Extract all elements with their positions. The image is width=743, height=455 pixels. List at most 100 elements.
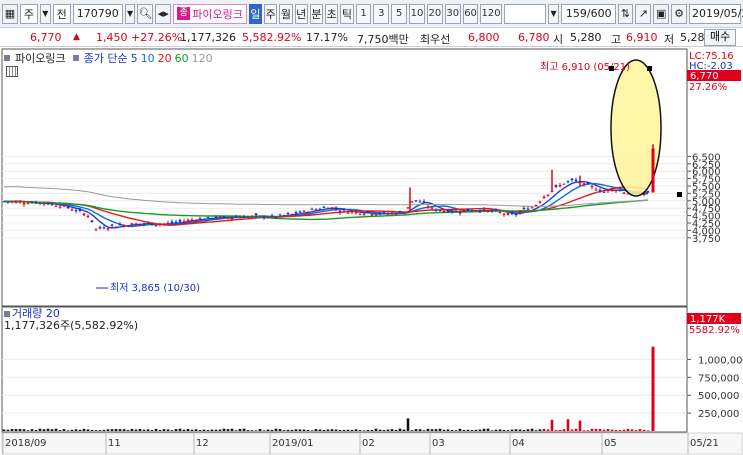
candle-body [502,213,506,215]
period-day[interactable]: 일 [248,3,263,24]
candle-body [202,219,206,221]
volume-tick-label: 250,000 [698,409,739,420]
candle-body [34,201,38,204]
volume-bar [14,429,18,431]
candle-body [94,228,98,230]
volume-bar [186,428,190,431]
quote-bar: 6,770 ▲ 1,450 +27.26% 1,177,326 5,582.92… [0,28,743,47]
volume-bar [178,428,182,431]
period-second[interactable]: 초 [325,3,339,24]
code-dropdown-icon[interactable]: ▼ [124,3,136,24]
volume-bar [354,429,358,431]
buy-button[interactable]: 매수 [704,29,737,46]
type-select[interactable]: 주 [19,3,38,24]
volume-bar [6,429,10,431]
code-input[interactable]: 170790 [72,3,123,24]
period-week[interactable]: 주 [264,3,278,24]
volume-bar [94,430,98,431]
interval-input[interactable] [503,3,547,24]
interval-60[interactable]: 60 [462,3,479,24]
price-current-value: 6,770 [690,71,719,82]
sound-icon[interactable]: ◂▸ [155,3,172,24]
volume-bar [342,429,346,431]
candle-body [14,201,18,203]
volume-bar [478,429,482,431]
volume-bar [518,429,522,431]
legend-ma-label[interactable]: 종가 단순 [84,50,128,66]
volume-bar [570,429,574,431]
interval-5[interactable]: 5 [391,3,408,24]
interval-dropdown-icon[interactable]: ▼ [548,3,559,24]
volume-bar [38,428,42,431]
candle-body [350,211,354,213]
grid-icon[interactable]: ▦ [2,3,18,24]
interval-30[interactable]: 30 [444,3,461,24]
volume-bar [98,430,102,431]
interval-10[interactable]: 10 [409,3,425,24]
low-label: 저 [664,33,675,46]
high-label: 고 [611,33,622,46]
interval-1[interactable]: 1 [355,3,372,24]
volume-bar [282,430,286,431]
legend-square-icon [4,55,10,61]
chart-canvas[interactable]: 최고 6,910 (05/21) 최저 3,865 (10/30) 6,5006… [0,47,743,455]
volume-bar [218,429,222,431]
period-year[interactable]: 년 [294,3,308,24]
date-label: 05 [604,438,617,449]
candle-body [182,221,186,223]
volume-bar [642,429,646,431]
search-icon[interactable]: 🔍︎ [137,3,154,24]
market-select[interactable]: 전 [52,3,71,24]
price-legend: 파이오링크 종가 단순 5 10 20 60 120 [4,50,213,66]
candle-body [102,227,106,229]
save-icon[interactable]: ▣ [653,3,670,24]
interval-20[interactable]: 20 [426,3,443,24]
candle-body [486,210,490,212]
candle-body [378,212,382,215]
volume-bar [606,429,610,431]
volume-bar [634,430,638,431]
candle-body [250,215,254,217]
volume-bar [194,429,198,431]
candle-body [282,215,286,217]
date-field[interactable]: 2019/05/2 [688,3,743,24]
compare-icon[interactable]: ⇅ [617,3,634,24]
stock-name[interactable]: 종 파이오링크 [173,3,247,24]
volume-bar [106,429,110,431]
candle-body [6,201,10,203]
candle-body [430,207,434,209]
volume-bar [614,430,618,431]
volume-bar [630,429,634,431]
volume-current-value: 1,177K [690,314,726,325]
interval-120[interactable]: 120 [480,3,502,24]
volume-bar [222,428,226,431]
candle-body [238,217,242,219]
candle-toggle-icon[interactable] [6,66,18,77]
volume-bar [266,429,270,431]
count-field[interactable]: 159/600 [560,3,616,24]
volume-bar [526,429,530,431]
volume-bar [338,430,342,431]
candle-body [206,216,210,218]
volume-bar [250,430,254,431]
candle-body [178,219,182,222]
period-tick[interactable]: 틱 [340,3,354,24]
toolbar: ▦ 주 ▼ 전 170790 ▼ 🔍︎ ◂▸ 종 파이오링크 일 주 월 년 분 … [0,0,743,28]
gear-icon[interactable]: ⚙ [671,3,687,24]
candle-body [122,224,126,227]
volume-tick-label: 750,000 [698,373,739,384]
stock-name-label: 파이오링크 [192,7,243,21]
period-month[interactable]: 월 [279,3,293,24]
candle-body [366,211,370,213]
interval-3[interactable]: 3 [373,3,390,24]
candle-body [198,218,202,220]
volume-bar [522,430,526,431]
period-minute[interactable]: 분 [309,3,324,24]
volume-bar [430,429,434,431]
legend-stock-name[interactable]: 파이오링크 [15,50,66,66]
chevron-down-icon[interactable]: ▼ [39,3,51,24]
candle-body [374,214,378,216]
date-label: 12 [196,438,209,449]
volume-bar [602,429,606,431]
chart-tool-icon[interactable]: ↗ [635,3,652,24]
